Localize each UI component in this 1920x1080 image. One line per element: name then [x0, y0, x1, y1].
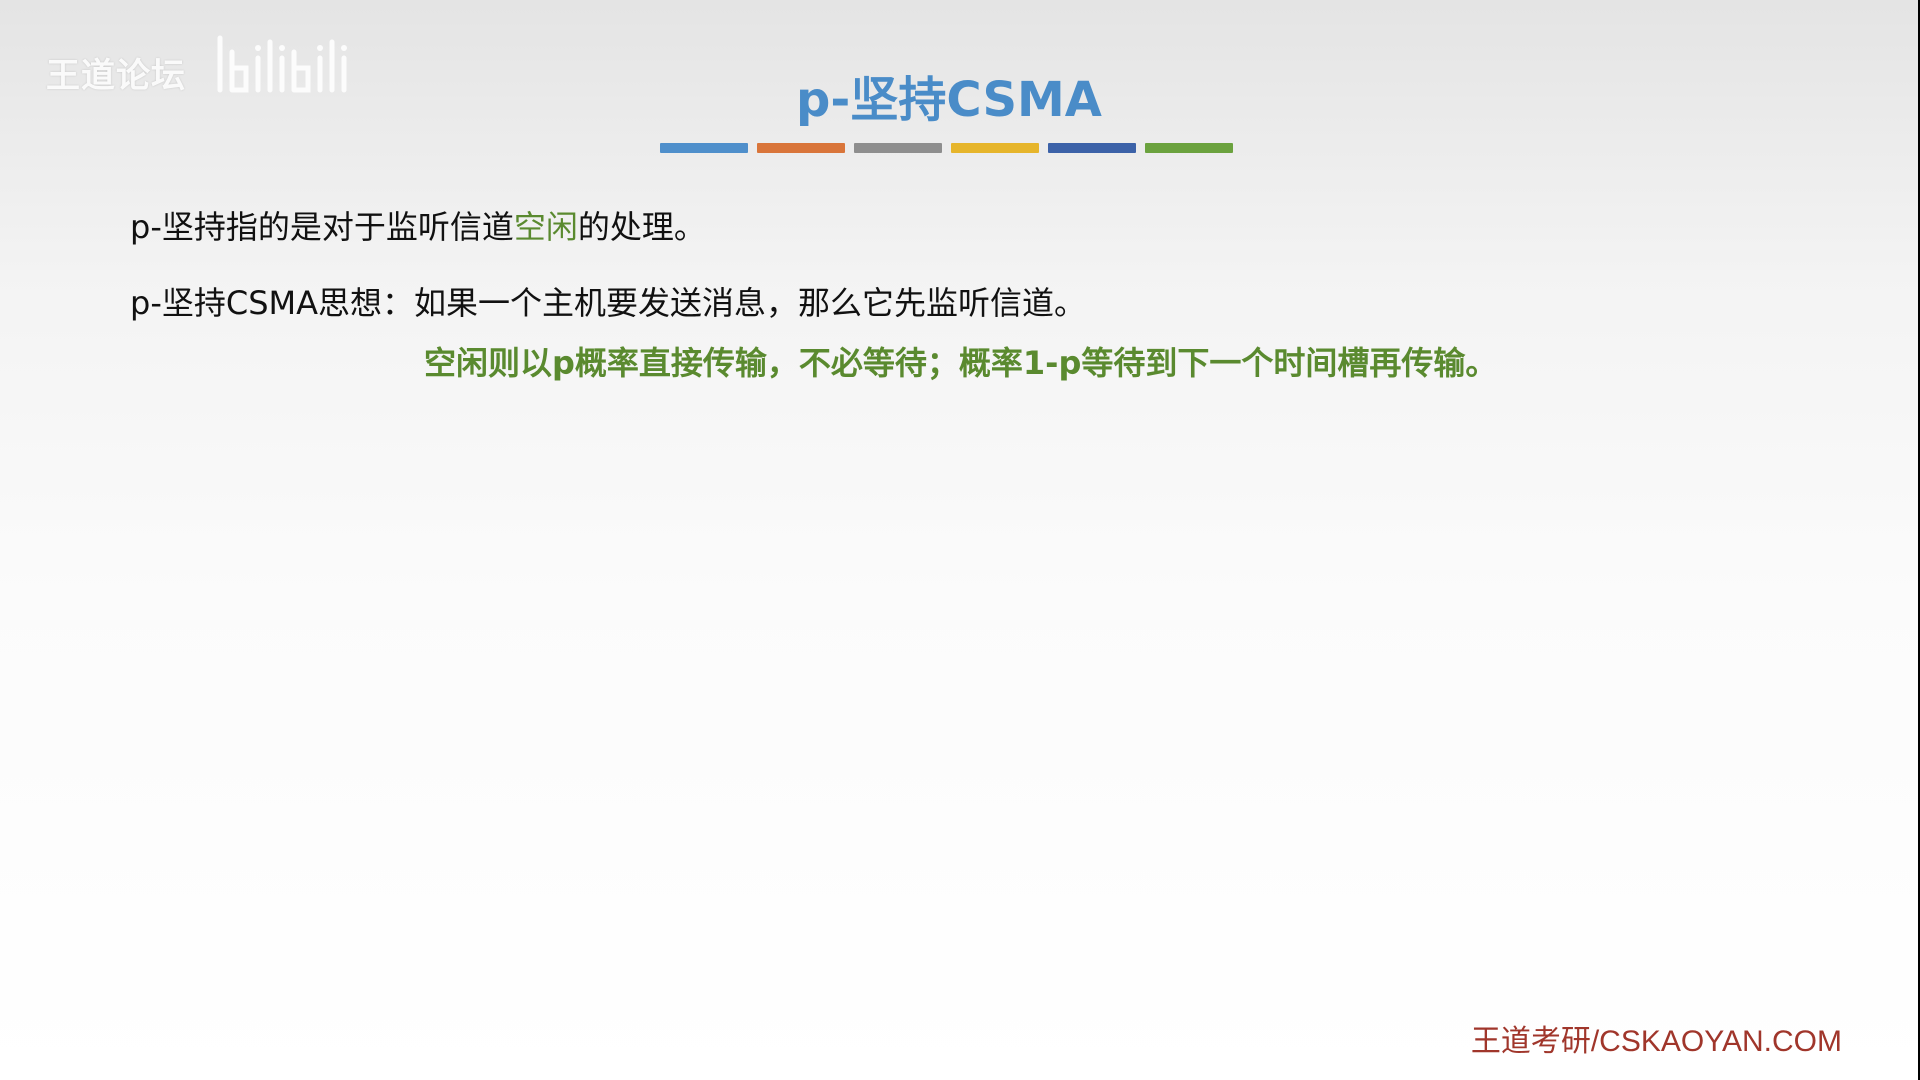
color-bar [660, 143, 748, 153]
slide: 王道论坛 p-坚持CSMA p-坚持指的是对于监听信道空闲的处理。 p-坚持CS… [0, 0, 1918, 1080]
color-bar [854, 143, 942, 153]
color-bar [757, 143, 845, 153]
title-color-bars [660, 143, 1233, 153]
definition-highlight: 空闲 [513, 208, 578, 246]
color-bar [1145, 143, 1233, 153]
idle-rule-line: 空闲则以p概率直接传输，不必等待；概率1-p等待到下一个时间槽再传输。 [424, 344, 1498, 382]
slide-title: p-坚持CSMA [796, 72, 1102, 128]
color-bar [951, 143, 1039, 153]
definition-line: p-坚持指的是对于监听信道空闲的处理。 [130, 202, 706, 248]
footer-site-label: 王道考研/CSKAOYAN.COM [1470, 1025, 1842, 1058]
color-bar [1048, 143, 1136, 153]
definition-text-after: 的处理。 [577, 208, 706, 246]
definition-text-before: p-坚持指的是对于监听信道 [130, 208, 514, 246]
idea-line: p-坚持CSMA思想：如果一个主机要发送消息，那么它先监听信道。 [130, 284, 1087, 322]
